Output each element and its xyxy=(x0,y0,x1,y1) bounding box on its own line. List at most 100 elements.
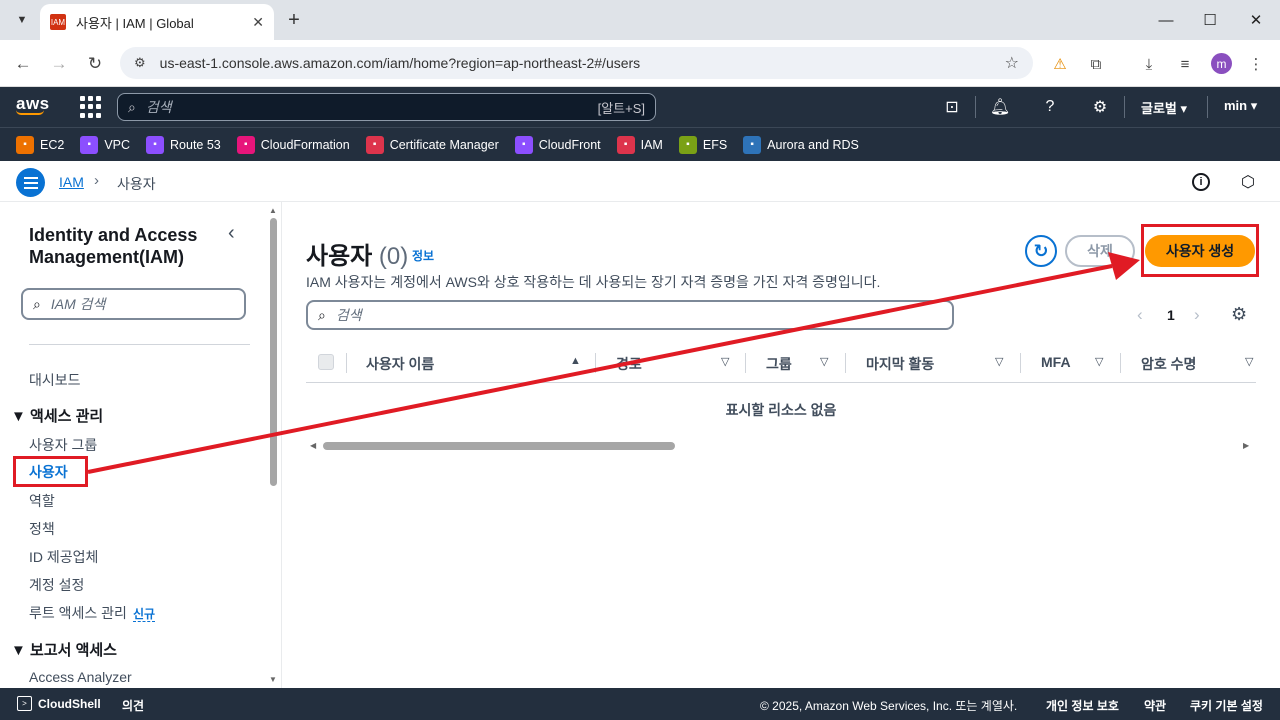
scroll-down-icon[interactable]: ▼ xyxy=(269,675,277,684)
column-password-age[interactable]: 암호 수명 xyxy=(1141,354,1196,374)
extensions-icon[interactable]: ⧉ xyxy=(1083,51,1109,77)
aws-search-placeholder: 검색 xyxy=(145,99,172,115)
sidebar-item-identity-providers[interactable]: ID 제공업체 xyxy=(29,547,98,567)
tab-title: 사용자 | IAM | Global xyxy=(76,15,194,31)
favorite-ec2[interactable]: ▪ EC2 xyxy=(16,135,65,154)
maximize-icon[interactable]: ☐ xyxy=(1196,6,1224,34)
users-search-placeholder: 검색 xyxy=(335,307,362,323)
refresh-button[interactable]: ↻ xyxy=(1025,235,1057,267)
column-user-name[interactable]: 사용자 이름 xyxy=(366,354,434,374)
cloudformation-icon: ▪ xyxy=(236,135,255,154)
settings-gear-icon[interactable]: ⚙ xyxy=(1088,95,1112,119)
footer-feedback-link[interactable]: 의견 xyxy=(122,697,144,714)
sidebar-item-dashboard[interactable]: 대시보드 xyxy=(29,370,81,390)
favorite-certificate-manager[interactable]: ▪ Certificate Manager xyxy=(365,135,499,154)
info-panel-icon[interactable]: i xyxy=(1192,173,1210,191)
scroll-left-icon[interactable]: ◀ xyxy=(310,441,316,450)
reload-icon[interactable]: ↻ xyxy=(82,51,108,77)
aws-logo[interactable]: aws xyxy=(16,94,50,115)
close-tab-icon[interactable]: ✕ xyxy=(252,14,264,31)
favorite-vpc[interactable]: ▪ VPC xyxy=(80,135,130,154)
close-sidebar-icon[interactable]: ‹ xyxy=(228,222,235,245)
footer-cloudshell-link[interactable]: CloudShell xyxy=(38,697,101,711)
aws-search-input[interactable]: ⌕ 검색 [알트+S] xyxy=(117,93,656,121)
browser-menu-icon[interactable]: ⋮ xyxy=(1243,51,1269,77)
sidebar-section-access-management[interactable]: ▼ 액세스 관리 xyxy=(11,405,103,426)
page-number[interactable]: 1 xyxy=(1167,307,1175,323)
favorite-aurora-and-rds[interactable]: ▪ Aurora and RDS xyxy=(743,135,859,154)
footer-privacy-link[interactable]: 개인 정보 보호 xyxy=(1046,697,1119,714)
column-last-activity[interactable]: 마지막 활동 xyxy=(866,354,934,374)
select-all-checkbox[interactable] xyxy=(318,354,334,370)
favorite-label: EC2 xyxy=(40,137,65,152)
notifications-bell-icon[interactable]: 🔔︎ xyxy=(988,95,1012,119)
security-hex-icon[interactable]: ⬡ xyxy=(1238,172,1258,192)
sort-icon[interactable]: ▽ xyxy=(820,355,828,368)
close-window-icon[interactable]: ✕ xyxy=(1242,6,1270,34)
sidebar-item-account-settings[interactable]: 계정 설정 xyxy=(29,575,84,595)
favorite-iam[interactable]: ▪ IAM xyxy=(616,135,663,154)
browser-tab[interactable]: IAM 사용자 | IAM | Global ✕ xyxy=(40,4,274,40)
favorite-label: Route 53 xyxy=(170,137,221,152)
new-badge: 신규 xyxy=(132,607,156,622)
breadcrumb-iam-link[interactable]: IAM xyxy=(59,174,84,190)
services-grid-icon[interactable] xyxy=(80,96,102,118)
favorite-label: IAM xyxy=(640,137,663,152)
sidebar-scrollbar-thumb[interactable] xyxy=(270,218,277,486)
profile-avatar[interactable]: m xyxy=(1211,53,1232,74)
sidebar-item-roles[interactable]: 역할 xyxy=(29,491,55,511)
page-next-icon[interactable]: › xyxy=(1194,305,1200,325)
sort-ascending-icon[interactable]: ▲ xyxy=(570,355,581,367)
scroll-right-icon[interactable]: ▶ xyxy=(1243,441,1249,450)
footer-cookie-link[interactable]: 쿠키 기본 설정 xyxy=(1190,697,1263,714)
sidebar-item-user-groups[interactable]: 사용자 그룹 xyxy=(29,435,97,455)
favorite-route-53[interactable]: ▪ Route 53 xyxy=(146,135,221,154)
users-search-input[interactable]: ⌕ 검색 xyxy=(306,300,954,330)
account-menu[interactable]: min ▾ xyxy=(1224,98,1257,114)
download-icon[interactable]: ⤓ xyxy=(1136,51,1162,77)
cloudshell-footer-icon[interactable]: > xyxy=(17,696,32,711)
minimize-icon[interactable]: — xyxy=(1152,6,1180,34)
site-info-icon[interactable]: ⚙ xyxy=(134,55,146,71)
bookmark-star-icon[interactable]: ☆ xyxy=(1005,53,1019,73)
table-preferences-gear-icon[interactable]: ⚙ xyxy=(1231,304,1247,325)
media-control-icon[interactable]: ≡ xyxy=(1172,51,1198,77)
sidebar-item-policies[interactable]: 정책 xyxy=(29,519,55,539)
cloudshell-icon[interactable]: ⊡ xyxy=(940,95,964,119)
sort-icon[interactable]: ▽ xyxy=(1095,355,1103,368)
sort-icon[interactable]: ▽ xyxy=(995,355,1003,368)
info-link[interactable]: 정보 xyxy=(412,247,434,264)
sidebar-search-input[interactable]: ⌕ IAM 검색 xyxy=(21,288,246,320)
breadcrumb-bar xyxy=(0,161,1280,202)
scroll-up-icon[interactable]: ▲ xyxy=(269,206,277,215)
region-selector[interactable]: 글로벌 ▾ xyxy=(1141,98,1187,117)
column-groups[interactable]: 그룹 xyxy=(766,354,792,374)
page-prev-icon[interactable]: ‹ xyxy=(1137,305,1143,325)
footer-terms-link[interactable]: 약관 xyxy=(1144,697,1166,714)
sort-icon[interactable]: ▽ xyxy=(1245,355,1253,368)
sidebar-section-access-reports[interactable]: ▼ 보고서 액세스 xyxy=(11,639,117,660)
help-icon[interactable]: ? xyxy=(1038,95,1062,119)
extension-alert-icon[interactable]: ⚠ xyxy=(1047,51,1073,77)
column-mfa[interactable]: MFA xyxy=(1041,354,1071,370)
sidebar-item-access-analyzer[interactable]: Access Analyzer xyxy=(29,669,132,685)
back-icon[interactable]: ← xyxy=(10,51,36,77)
efs-icon: ▪ xyxy=(678,135,697,154)
sort-icon[interactable]: ▽ xyxy=(721,355,729,368)
favorite-cloudfront[interactable]: ▪ CloudFront xyxy=(514,135,601,154)
side-nav-toggle-button[interactable] xyxy=(16,168,45,197)
table-horizontal-scrollbar[interactable] xyxy=(323,442,675,450)
favorite-efs[interactable]: ▪ EFS xyxy=(678,135,727,154)
sidebar-item-root-access[interactable]: 루트 액세스 관리 신규 xyxy=(29,603,156,623)
column-path[interactable]: 경로 xyxy=(616,354,642,374)
user-count: (0) xyxy=(378,243,409,270)
forward-icon[interactable]: → xyxy=(46,51,72,77)
url-text[interactable]: us-east-1.console.aws.amazon.com/iam/hom… xyxy=(160,55,1005,71)
tab-search-dropdown-icon[interactable]: ▼ xyxy=(10,8,34,32)
delete-button[interactable]: 삭제 xyxy=(1065,235,1135,267)
sidebar-search-placeholder: IAM 검색 xyxy=(50,296,106,312)
favorite-cloudformation[interactable]: ▪ CloudFormation xyxy=(236,135,350,154)
iam-icon: ▪ xyxy=(616,135,635,154)
omnibox[interactable]: ⚙ us-east-1.console.aws.amazon.com/iam/h… xyxy=(120,47,1033,79)
new-tab-icon[interactable]: + xyxy=(282,8,306,32)
